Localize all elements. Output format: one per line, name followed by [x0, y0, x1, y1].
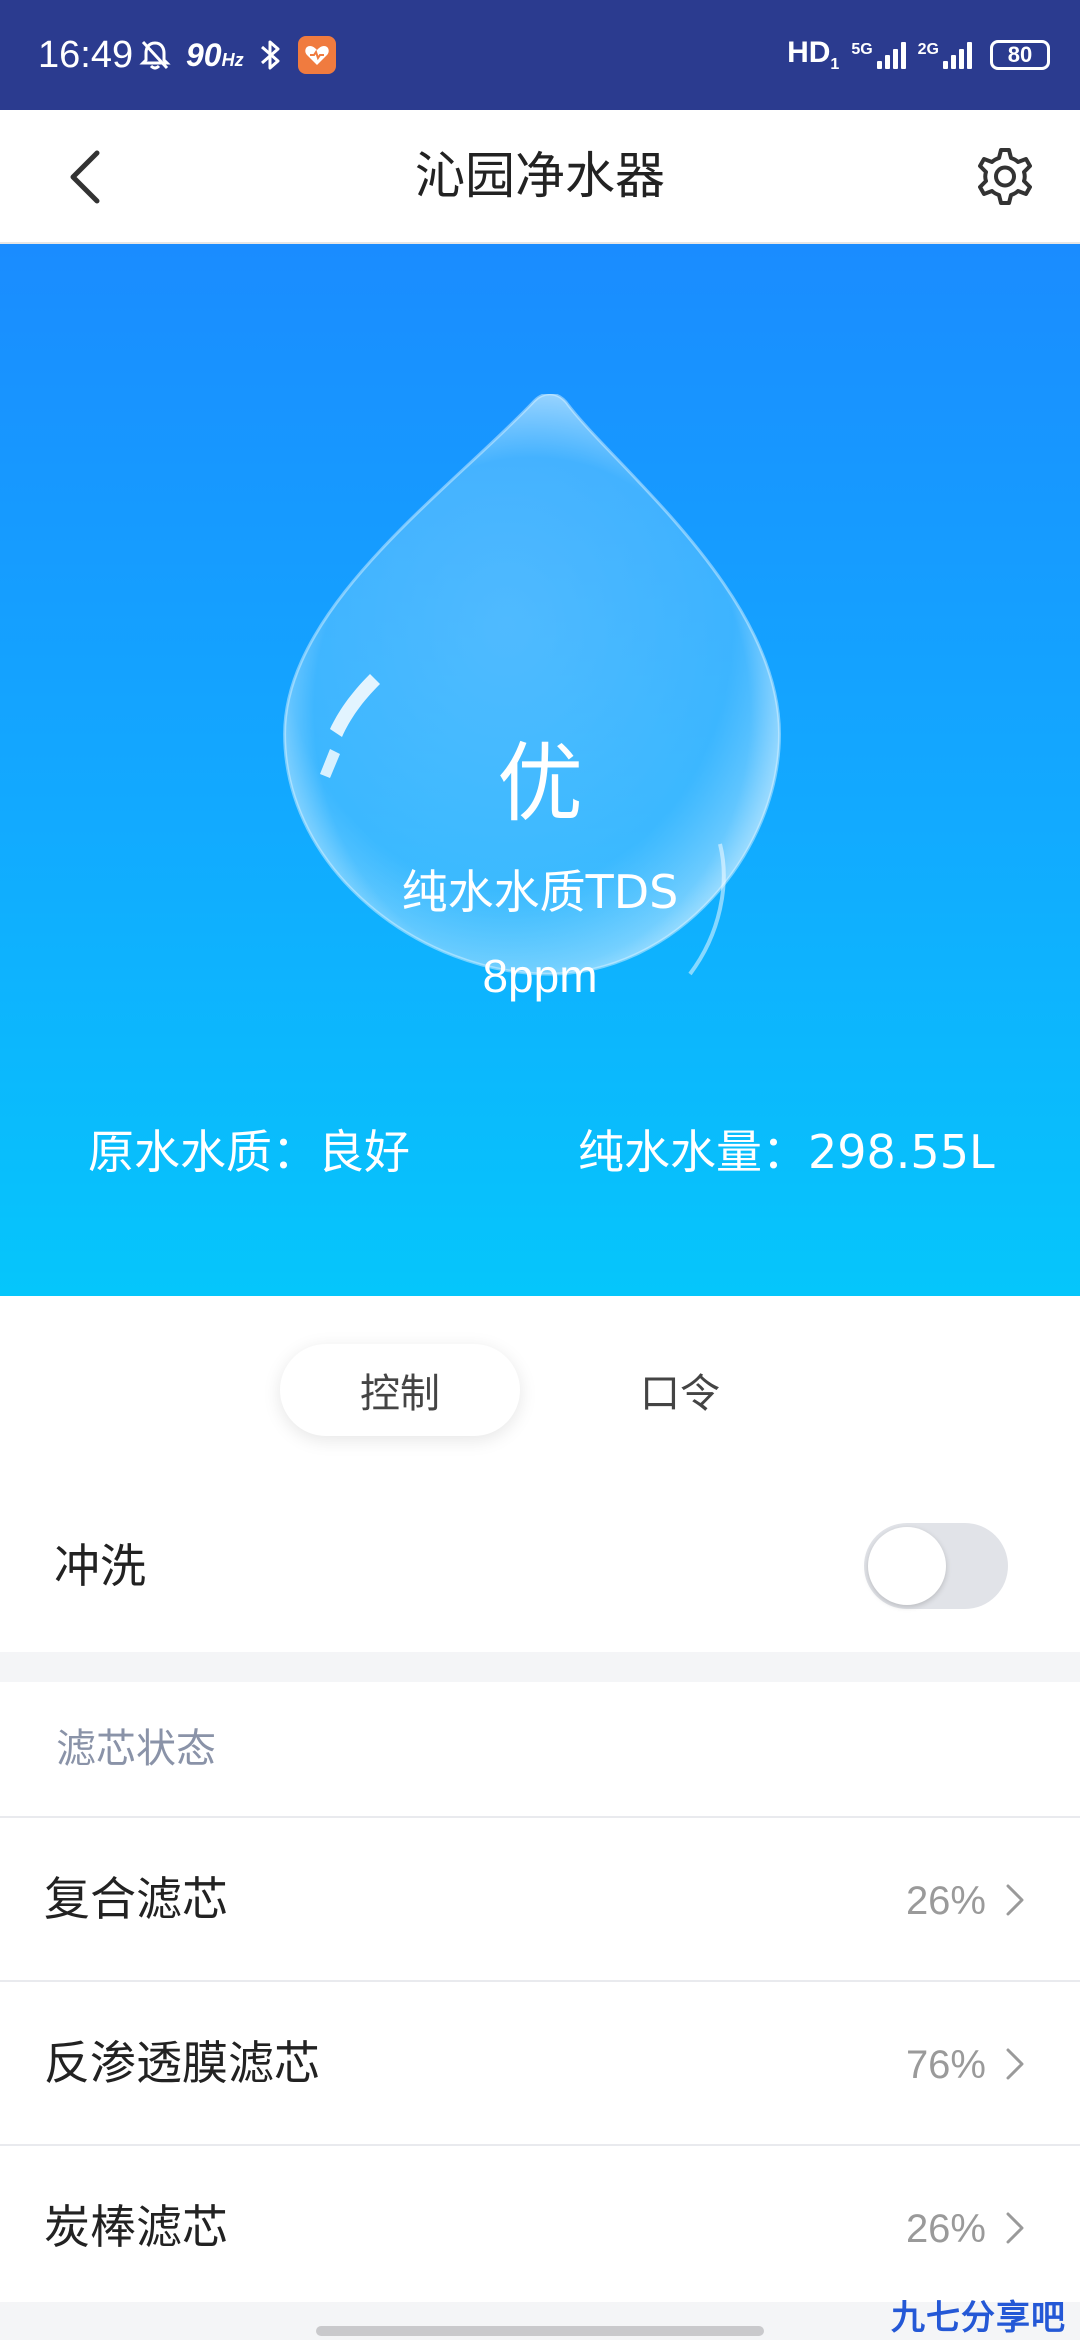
filter-percent: 26% [905, 1879, 986, 1923]
sim1-signal-icon: 5G [851, 41, 906, 69]
filter-status-section: 滤芯状态 复合滤芯 26% 反渗透膜滤芯 76% 炭棒滤芯 26% [0, 1682, 1080, 2302]
health-app-icon [297, 36, 336, 74]
filter-percent: 76% [905, 2043, 986, 2087]
flush-toggle[interactable] [864, 1523, 1008, 1609]
sim2-signal-icon: 2G [918, 41, 972, 69]
tds-label: 纯水水质TDS [401, 865, 679, 919]
pure-water-volume: 纯水水量：298.55L [578, 1125, 995, 1179]
chevron-right-icon [1006, 1884, 1024, 1916]
quality-grade: 优 [497, 734, 583, 834]
home-indicator[interactable] [316, 2326, 764, 2336]
battery-icon: 80 [990, 40, 1050, 70]
raw-water-quality: 原水水质：良好 [88, 1125, 410, 1179]
filter-list: 复合滤芯 26% 反渗透膜滤芯 76% 炭棒滤芯 26% [0, 1816, 1080, 2308]
tab-password[interactable]: 口令 [560, 1344, 800, 1436]
flush-row: 冲洗 [0, 1496, 1080, 1636]
flush-label: 冲洗 [54, 1539, 146, 1593]
toggle-knob [868, 1527, 946, 1605]
gear-icon [978, 148, 1032, 205]
status-time: 16:49 [38, 34, 134, 76]
filter-item-reverse-osmosis[interactable]: 反渗透膜滤芯 76% [0, 1980, 1080, 2144]
water-drop: 优 纯水水质TDS 8ppm [250, 394, 830, 1044]
refresh-rate: 90Hz [186, 36, 244, 73]
chevron-right-icon [1006, 2048, 1024, 2080]
chevron-right-icon [1006, 2212, 1024, 2244]
tab-bar: 控制 口令 [0, 1344, 1080, 1436]
filter-name: 复合滤芯 [44, 1872, 228, 1926]
tab-control[interactable]: 控制 [280, 1344, 520, 1436]
filter-name: 炭棒滤芯 [44, 2200, 228, 2254]
status-right: HD1 5G 2G 80 [787, 30, 1050, 80]
filter-item-carbon-rod[interactable]: 炭棒滤芯 26% [0, 2144, 1080, 2308]
control-card: 控制 口令 冲洗 [0, 1296, 1080, 1652]
filter-item-composite[interactable]: 复合滤芯 26% [0, 1816, 1080, 1980]
back-button[interactable] [40, 132, 130, 222]
page-title: 沁园净水器 [415, 147, 665, 205]
filter-section-title: 滤芯状态 [56, 1726, 216, 1772]
tds-value: 8ppm [482, 950, 598, 1002]
status-left-icons: 90Hz [138, 30, 336, 80]
filter-name: 反渗透膜滤芯 [44, 2036, 320, 2090]
watermark: 九七分享吧 [891, 2298, 1066, 2338]
app-header: 沁园净水器 [0, 110, 1080, 244]
settings-button[interactable] [960, 132, 1050, 222]
alarm-off-icon [138, 38, 172, 72]
bluetooth-icon [258, 37, 284, 73]
water-quality-panel: 优 纯水水质TDS 8ppm 原水水质：良好 纯水水量：298.55L [0, 244, 1080, 1296]
filter-percent: 26% [905, 2207, 986, 2251]
hd-indicator: HD1 [787, 36, 840, 73]
chevron-left-icon [70, 150, 100, 204]
status-bar: 16:49 90Hz HD1 5G 2G 80 [0, 0, 1080, 110]
